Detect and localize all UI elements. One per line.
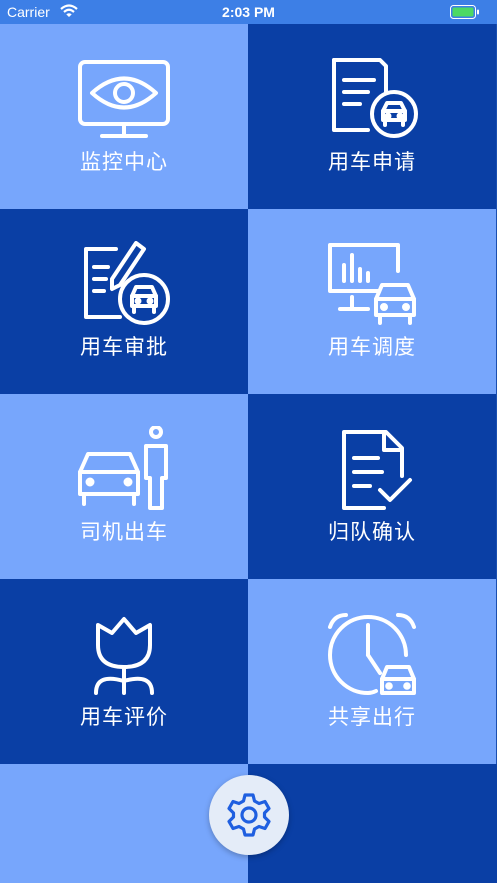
car-driver-icon: [78, 426, 168, 510]
menu-tile-driver-dispatch[interactable]: 司机出车: [0, 394, 248, 579]
menu-tile-label: 归队确认: [328, 520, 416, 544]
document-check-icon: [342, 430, 412, 510]
menu-tile-vehicle-review[interactable]: 用车评价: [0, 579, 248, 764]
menu-tile-vehicle-request[interactable]: 用车申请: [248, 24, 496, 209]
gear-icon: [227, 793, 271, 837]
menu-tile-label: 监控中心: [80, 150, 168, 174]
status-bar: Carrier 2:03 PM: [0, 0, 497, 24]
menu-tile-label: 用车评价: [80, 705, 168, 729]
menu-tile-shared-travel[interactable]: 共享出行: [248, 579, 496, 764]
menu-tile-return-confirm[interactable]: 归队确认: [248, 394, 496, 579]
tulip-icon: [94, 617, 154, 695]
menu-tile-vehicle-dispatch[interactable]: 用车调度: [248, 209, 496, 394]
menu-tile-monitor-center[interactable]: 监控中心: [0, 24, 248, 209]
alarm-clock-car-icon: [328, 613, 416, 695]
chart-monitor-car-icon: [328, 243, 416, 325]
menu-tile-label: 共享出行: [328, 705, 416, 729]
menu-tile-label: 用车调度: [328, 335, 416, 359]
menu-grid: 监控中心 用车申请 用车审批 用车调度 司机出车 归队确认 用车评价 共享出行: [0, 24, 497, 764]
document-car-icon: [332, 58, 418, 138]
battery-icon: [450, 5, 480, 23]
approval-pen-car-icon: [84, 241, 170, 325]
monitor-eye-icon: [78, 60, 170, 138]
menu-tile-label: 司机出车: [80, 520, 168, 544]
clock-time: 2:03 PM: [222, 4, 275, 20]
menu-tile-label: 用车审批: [80, 335, 168, 359]
menu-tile-label: 用车申请: [328, 150, 416, 174]
settings-button[interactable]: [209, 775, 289, 855]
menu-tile-vehicle-approval[interactable]: 用车审批: [0, 209, 248, 394]
